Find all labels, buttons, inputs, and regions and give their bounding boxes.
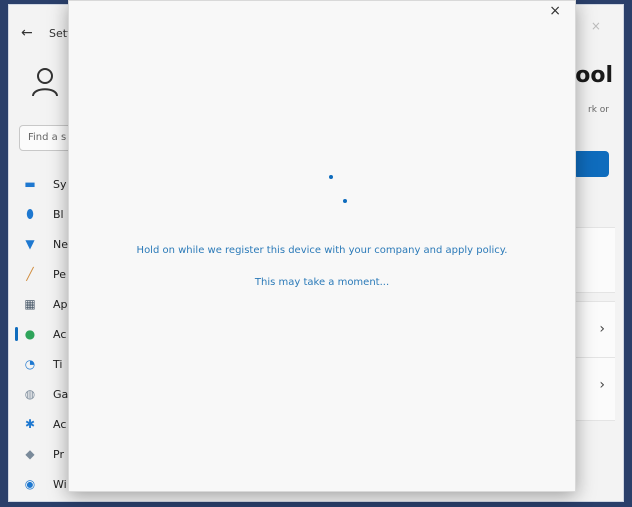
- sidebar-item-label: Bl: [53, 207, 64, 221]
- status-message: Hold on while we register this device wi…: [136, 245, 508, 256]
- page-heading-partial: ool: [575, 63, 613, 88]
- sidebar-item-label: Ne: [53, 237, 68, 251]
- sidebar-item-label: Pe: [53, 267, 67, 281]
- connect-button[interactable]: [573, 151, 609, 177]
- time-language-icon: ◔: [24, 357, 36, 371]
- spinner-dot: [329, 175, 333, 179]
- privacy-icon: ◆: [25, 447, 35, 461]
- network-icon: ▼: [25, 237, 35, 251]
- accounts-icon: ●: [24, 327, 36, 341]
- sidebar-item-label: Sy: [53, 177, 67, 191]
- personalization-icon: ╱: [26, 267, 34, 281]
- status-submessage: This may take a moment...: [254, 277, 390, 288]
- user-avatar-icon: [32, 68, 58, 97]
- sidebar-item[interactable]: ● Ac: [15, 319, 68, 349]
- apps-icon: ▦: [24, 297, 36, 311]
- system-icon: ▬: [24, 177, 36, 191]
- sidebar-item-label: Ac: [53, 327, 67, 341]
- sidebar-item[interactable]: ⬮ Bl: [23, 199, 68, 229]
- chevron-right-icon[interactable]: ›: [599, 377, 605, 393]
- gaming-icon: ◍: [24, 387, 36, 401]
- sidebar-item[interactable]: ◍ Ga: [23, 379, 69, 409]
- sidebar-item-label: Pr: [53, 447, 64, 461]
- bluetooth-icon: ⬮: [26, 206, 34, 221]
- device-registration-dialog: × Hold on while we register this device …: [68, 0, 576, 492]
- sidebar-item[interactable]: ▦ Ap: [23, 289, 68, 319]
- spinner-dot: [343, 199, 347, 203]
- sidebar-item[interactable]: ◔ Ti: [23, 349, 68, 379]
- sidebar-item-label: Ti: [53, 357, 63, 371]
- sidebar-item-label: Wi: [53, 477, 67, 491]
- accessibility-icon: ✱: [24, 417, 36, 431]
- back-arrow-icon[interactable]: ←: [21, 25, 33, 41]
- chevron-right-icon[interactable]: ›: [599, 321, 605, 337]
- sidebar-item[interactable]: ╱ Pe: [23, 259, 68, 289]
- sidebar-item-label: Ac: [53, 417, 67, 431]
- sidebar-item[interactable]: ◆ Pr: [23, 439, 68, 469]
- windows-update-icon: ◉: [24, 477, 36, 491]
- sidebar-item[interactable]: ◉ Wi: [23, 469, 68, 499]
- page-subtext-partial: rk or: [588, 105, 609, 115]
- active-indicator: [15, 327, 18, 341]
- sidebar-item[interactable]: ✱ Ac: [23, 409, 68, 439]
- sidebar-item[interactable]: ▼ Ne: [23, 229, 68, 259]
- sidebar-item-label: Ga: [53, 387, 69, 401]
- sidebar-item[interactable]: ▬ Sy: [23, 169, 68, 199]
- sidebar-item-label: Ap: [53, 297, 68, 311]
- settings-nav: ▬ Sy ⬮ Bl ▼ Ne ╱ Pe ▦ Ap ● Ac ◔ Ti ◍ Ga ✱ Ac ◆ Pr ◉ Wi: [15, 169, 69, 499]
